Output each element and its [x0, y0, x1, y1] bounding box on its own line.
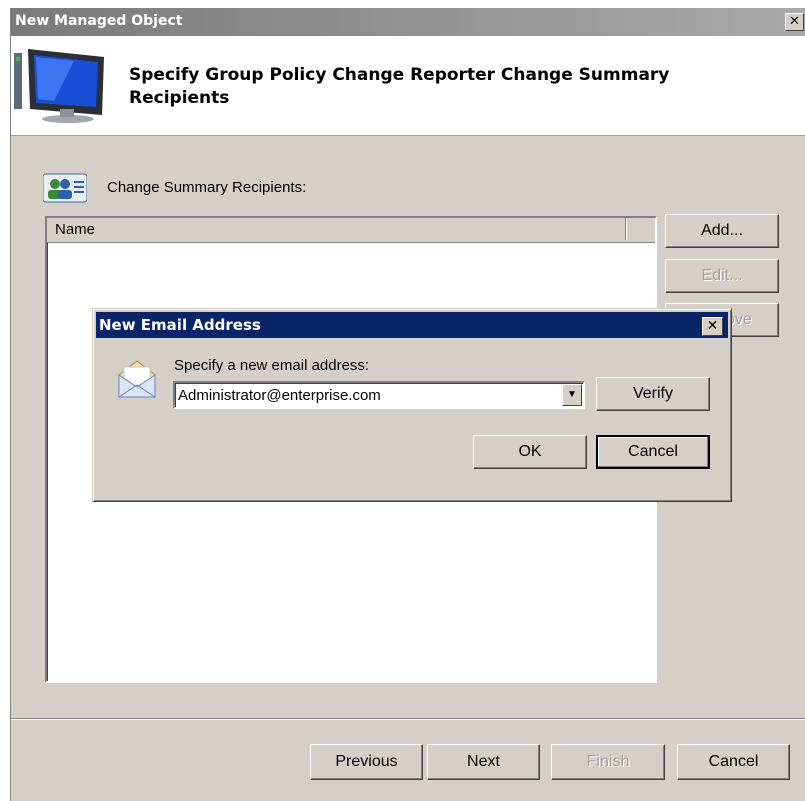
close-icon[interactable]: ✕ — [785, 13, 804, 31]
chevron-down-icon[interactable]: ▼ — [562, 384, 582, 406]
wizard-title: New Managed Object — [15, 13, 183, 29]
dialog-title: New Email Address — [99, 316, 261, 334]
column-header-name[interactable]: Name — [47, 218, 626, 240]
wizard-heading: Specify Group Policy Change Reporter Cha… — [129, 65, 670, 108]
email-combobox[interactable]: Administrator@enterprise.com ▼ — [173, 381, 585, 409]
list-header: Name — [47, 218, 655, 243]
dialog-titlebar[interactable]: New Email Address ✕ — [96, 312, 728, 338]
close-icon[interactable]: ✕ — [702, 317, 723, 336]
footer-divider — [11, 718, 805, 720]
email-field[interactable]: Administrator@enterprise.com — [178, 387, 381, 404]
cancel-button[interactable]: Cancel — [677, 744, 790, 780]
monitor-icon — [14, 49, 104, 123]
section-label: Change Summary Recipients: — [107, 179, 307, 196]
next-button[interactable]: Next — [427, 744, 540, 780]
wizard-header: Specify Group Policy Change Reporter Cha… — [11, 36, 805, 136]
previous-button[interactable]: Previous — [310, 744, 423, 780]
envelope-icon — [118, 360, 156, 398]
verify-button[interactable]: Verify — [596, 377, 710, 411]
dialog-cancel-button[interactable]: Cancel — [596, 435, 710, 469]
ok-button[interactable]: OK — [473, 435, 587, 469]
new-email-dialog: New Email Address ✕ Specify a new email … — [92, 308, 732, 502]
add-button[interactable]: Add... — [665, 214, 779, 248]
wizard-titlebar[interactable]: New Managed Object ✕ — [11, 8, 805, 36]
finish-button[interactable]: Finish — [551, 744, 665, 780]
users-icon — [43, 173, 87, 203]
edit-button[interactable]: Edit... — [665, 259, 779, 293]
email-prompt-label: Specify a new email address: — [174, 357, 370, 374]
column-header-label: Name — [55, 221, 96, 238]
